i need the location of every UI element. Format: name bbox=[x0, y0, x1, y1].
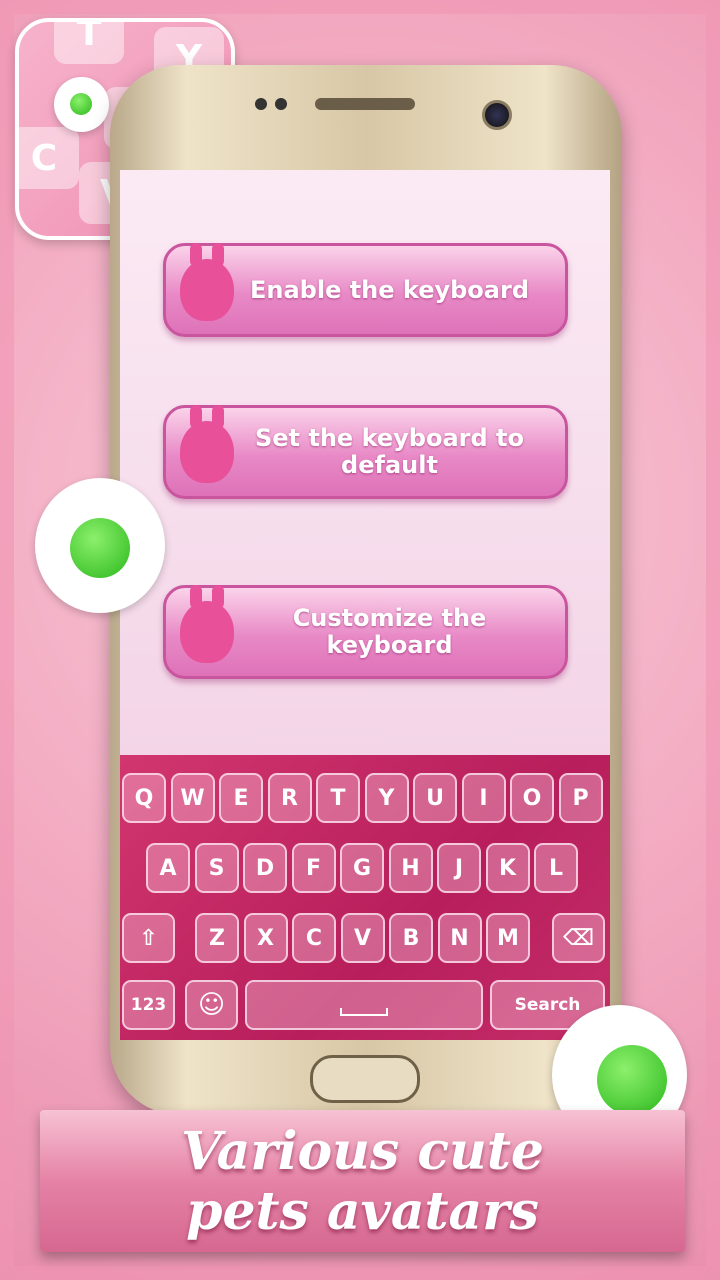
customize-keyboard-button[interactable]: Customize the keyboard bbox=[163, 585, 568, 679]
icon-key: C bbox=[19, 127, 79, 189]
speaker-grille bbox=[315, 98, 415, 110]
banner-line-1: Various cute bbox=[181, 1121, 544, 1182]
key-u[interactable]: U bbox=[413, 773, 457, 823]
keyboard-preview: QWERTYUIOPASDFGHJKLZXCVBNM ⇧ ⌫ 123 ☺ Sea… bbox=[120, 755, 610, 1040]
key-c[interactable]: C bbox=[292, 913, 336, 963]
camera-icon bbox=[482, 100, 512, 130]
bunny-icon bbox=[180, 585, 234, 663]
key-e[interactable]: E bbox=[219, 773, 263, 823]
key-s[interactable]: S bbox=[194, 843, 239, 893]
key-n[interactable]: N bbox=[437, 913, 482, 963]
key-y[interactable]: Y bbox=[364, 773, 409, 823]
key-r[interactable]: R bbox=[267, 773, 312, 823]
key-i[interactable]: I bbox=[461, 773, 506, 823]
key-q[interactable]: Q bbox=[122, 773, 166, 823]
flower-icon bbox=[54, 77, 109, 132]
menu-area: Enable the keyboard Set the keyboard to … bbox=[120, 170, 610, 755]
key-b[interactable]: B bbox=[389, 913, 433, 963]
button-label: Customize the keyboard bbox=[292, 604, 487, 659]
flower-icon bbox=[35, 478, 165, 613]
key-x[interactable]: X bbox=[243, 913, 288, 963]
key-t[interactable]: T bbox=[316, 773, 360, 823]
bunny-icon bbox=[180, 405, 234, 483]
promo-banner: Various cute pets avatars bbox=[40, 1110, 685, 1252]
key-l[interactable]: L bbox=[534, 843, 578, 893]
key-g[interactable]: G bbox=[340, 843, 384, 893]
key-p[interactable]: P bbox=[558, 773, 603, 823]
enable-keyboard-button[interactable]: Enable the keyboard bbox=[163, 243, 568, 337]
key-d[interactable]: D bbox=[243, 843, 287, 893]
key-m[interactable]: M bbox=[486, 913, 530, 963]
space-bar-icon[interactable] bbox=[245, 980, 483, 1030]
icon-key: T bbox=[54, 22, 124, 64]
banner-line-2: pets avatars bbox=[186, 1181, 539, 1242]
bunny-icon bbox=[180, 243, 234, 321]
home-button[interactable] bbox=[310, 1055, 420, 1103]
shift-arrow-icon[interactable]: ⇧ bbox=[122, 913, 175, 963]
key-z[interactable]: Z bbox=[195, 913, 239, 963]
key-k[interactable]: K bbox=[485, 843, 530, 893]
key-w[interactable]: W bbox=[170, 773, 215, 823]
numbers-key[interactable]: 123 bbox=[122, 980, 175, 1030]
key-j[interactable]: J bbox=[437, 843, 481, 893]
set-default-keyboard-button[interactable]: Set the keyboard to default bbox=[163, 405, 568, 499]
key-o[interactable]: O bbox=[510, 773, 554, 823]
phone-screen: Enable the keyboard Set the keyboard to … bbox=[120, 170, 610, 1040]
key-v[interactable]: V bbox=[340, 913, 385, 963]
button-label: Enable the keyboard bbox=[249, 275, 530, 304]
key-h[interactable]: H bbox=[388, 843, 433, 893]
key-a[interactable]: A bbox=[146, 843, 190, 893]
backspace-icon[interactable]: ⌫ bbox=[552, 913, 605, 963]
button-label: Set the keyboard to default bbox=[254, 424, 524, 479]
smiley-icon[interactable]: ☺ bbox=[185, 980, 238, 1030]
key-f[interactable]: F bbox=[291, 843, 336, 893]
